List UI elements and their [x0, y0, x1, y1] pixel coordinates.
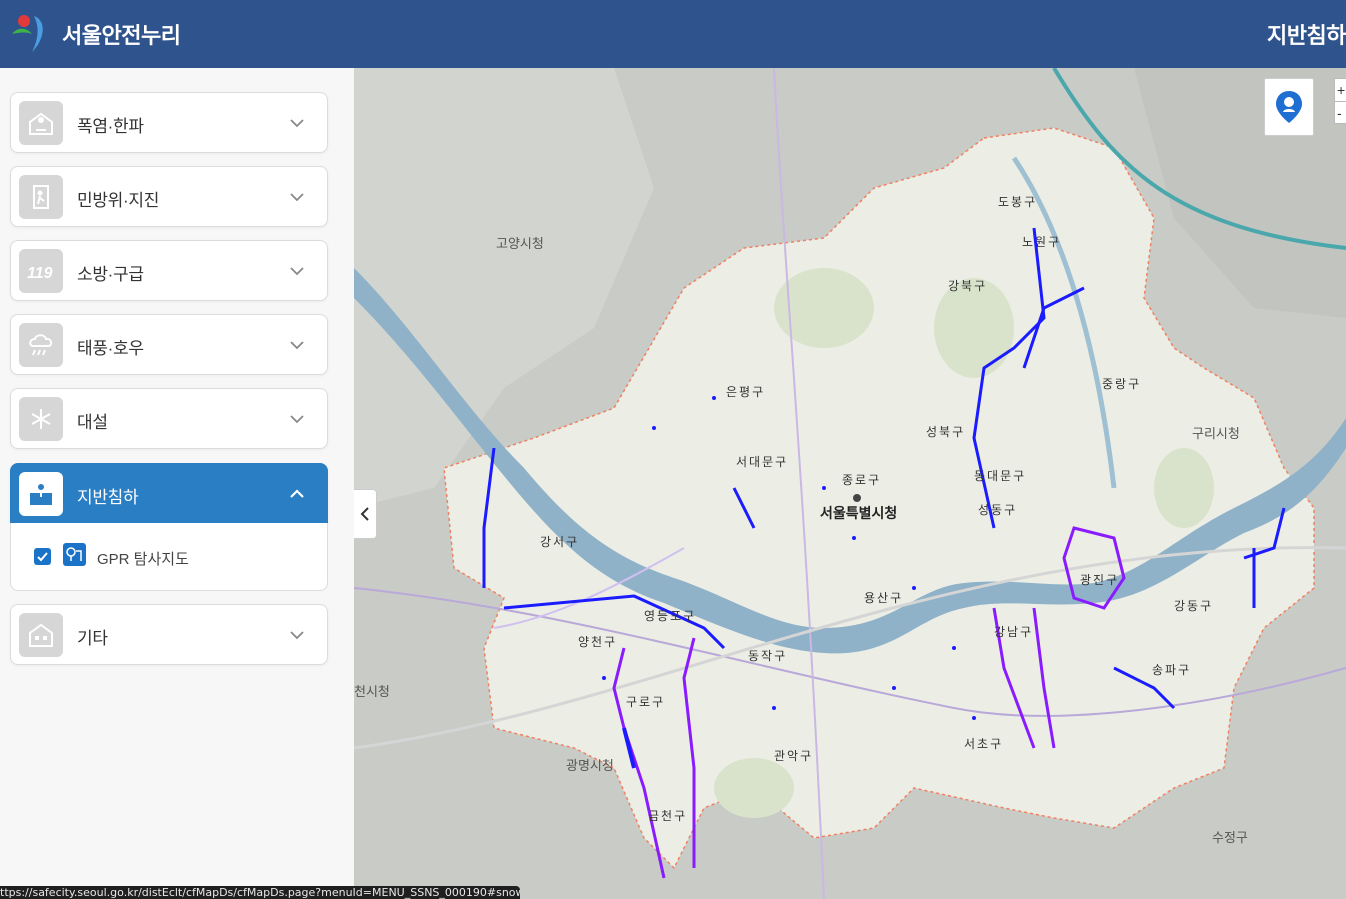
map-label: 성동구: [978, 503, 1017, 517]
category-label: 지반침하: [77, 488, 139, 507]
category-typhoon-rain[interactable]: 태풍·호우: [10, 314, 328, 375]
chevron-left-icon: [360, 507, 369, 521]
map-label: 도봉구: [998, 195, 1037, 209]
map-label: 수정구: [1212, 830, 1248, 845]
my-location-button[interactable]: [1264, 78, 1314, 136]
city-hall-label: 서울특별시청: [820, 505, 897, 521]
chevron-down-icon: [290, 119, 304, 128]
chevron-up-icon: [290, 489, 304, 498]
map-label: 용산구: [864, 591, 903, 605]
map-label: 고양시청: [496, 236, 544, 251]
map-label: 동작구: [748, 649, 787, 663]
map-label: 금천구: [648, 808, 687, 823]
chevron-down-icon: [290, 341, 304, 350]
app-header: 서울안전누리 지반침하: [0, 0, 1346, 68]
chevron-down-icon: [290, 193, 304, 202]
category-other[interactable]: 기타: [10, 604, 328, 665]
map-label: 성북구: [926, 425, 965, 439]
zoom-in-button[interactable]: +: [1335, 79, 1346, 101]
map-label: 은평구: [726, 385, 765, 399]
gpr-layer-label[interactable]: GPR 탐사지도: [97, 548, 189, 569]
map-view[interactable]: 도봉구 노원구 강북구 은평구 성북구 중랑구 서대문구 종로구 동대문구 성동…: [354, 68, 1346, 899]
svg-text:119: 119: [27, 265, 53, 282]
map-label: 중랑구: [1102, 377, 1141, 391]
map-label: 광진구: [1080, 573, 1119, 587]
category-snow[interactable]: 대설: [10, 388, 328, 449]
category-label: 태풍·호우: [77, 339, 144, 358]
category-label: 소방·구급: [77, 265, 144, 284]
map-label: 종로구: [842, 473, 881, 487]
map-label: 광명시청: [566, 758, 614, 773]
category-ground-subsidence[interactable]: 지반침하: [10, 463, 328, 523]
gpr-icon: [63, 543, 86, 566]
map-label: 서대문구: [736, 455, 788, 469]
map-label: 서초구: [964, 737, 1003, 751]
map-label: 관악구: [774, 749, 813, 763]
city-hall-marker-icon: [853, 494, 861, 502]
map-label: 구리시청: [1192, 426, 1240, 441]
map-label: 송파구: [1152, 663, 1191, 677]
map-label: 강동구: [1174, 599, 1213, 613]
other-icon: [19, 613, 63, 657]
map-label: 양천구: [578, 634, 617, 649]
typhoon-rain-icon: [19, 323, 63, 367]
chevron-down-icon: [290, 415, 304, 424]
category-label: 기타: [77, 629, 108, 648]
map-label: 강서구: [540, 535, 579, 549]
category-heat-cold[interactable]: 폭염·한파: [10, 92, 328, 153]
category-label: 민방위·지진: [77, 191, 160, 210]
zoom-out-button[interactable]: -: [1335, 101, 1346, 123]
gpr-layer-checkbox[interactable]: [34, 548, 51, 565]
page-title: 지반침하: [1267, 23, 1346, 48]
map-label: 강남구: [994, 625, 1033, 639]
ground-subsidence-icon: [19, 472, 63, 516]
chevron-down-icon: [290, 267, 304, 276]
fire-rescue-icon: 119: [19, 249, 63, 293]
category-label: 대설: [77, 413, 108, 432]
location-pin-icon: [1276, 91, 1302, 123]
chevron-down-icon: [290, 631, 304, 640]
status-bar-url: ttps://safecity.seoul.go.kr/distEclt/cfM…: [0, 886, 520, 899]
map-label: 영등포구: [644, 609, 696, 623]
map-label: 구로구: [626, 695, 665, 709]
map-label: 강북구: [948, 279, 987, 293]
map-label: 동대문구: [974, 469, 1026, 483]
brand-name[interactable]: 서울안전누리: [62, 18, 181, 50]
map-label: 노원구: [1022, 235, 1061, 249]
map-label: 천시청: [354, 684, 390, 699]
category-label: 폭염·한파: [77, 117, 144, 136]
civil-defense-icon: [19, 175, 63, 219]
category-civil-defense[interactable]: 민방위·지진: [10, 166, 328, 227]
sidebar-collapse-button[interactable]: [354, 489, 377, 539]
subsidence-layer-list: GPR 탐사지도: [10, 523, 328, 591]
map-canvas[interactable]: 도봉구 노원구 강북구 은평구 성북구 중랑구 서대문구 종로구 동대문구 성동…: [354, 68, 1346, 899]
heat-cold-icon: [19, 101, 63, 145]
snow-icon: [19, 397, 63, 441]
seoul-logo-icon[interactable]: [10, 12, 50, 54]
zoom-controls: + -: [1334, 78, 1346, 124]
category-fire-rescue[interactable]: 119 소방·구급: [10, 240, 328, 301]
